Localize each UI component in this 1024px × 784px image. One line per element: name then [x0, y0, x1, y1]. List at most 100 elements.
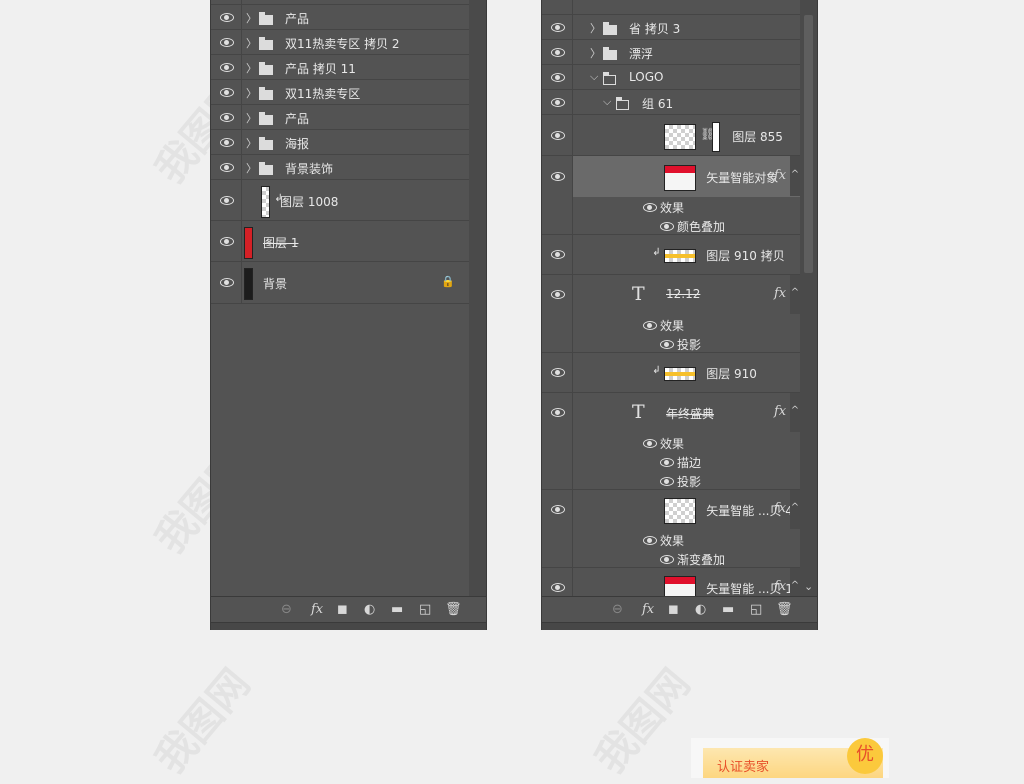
- trash-icon[interactable]: 🗑: [445, 602, 462, 617]
- trash-icon[interactable]: 🗑: [776, 602, 793, 617]
- eye-icon[interactable]: [551, 290, 565, 299]
- chevron-right-icon[interactable]: 〉: [246, 110, 257, 126]
- eye-icon[interactable]: [551, 368, 565, 377]
- effect-item[interactable]: 颜色叠加: [677, 218, 725, 235]
- eye-icon[interactable]: [220, 236, 234, 246]
- eye-icon[interactable]: [220, 87, 234, 97]
- layer-row[interactable]: 〉 双11热卖专区 拷贝 2: [211, 30, 469, 55]
- eye-icon[interactable]: [220, 37, 234, 47]
- eye-icon[interactable]: [220, 12, 234, 22]
- layer-name[interactable]: 产品: [285, 10, 309, 27]
- layer-name[interactable]: 背景: [263, 275, 287, 292]
- layer-name[interactable]: 双11热卖专区 拷贝 2: [285, 35, 400, 52]
- layer-row[interactable]: 〉 背景装饰: [211, 155, 469, 180]
- layer-name[interactable]: 组 61: [642, 95, 673, 112]
- eye-icon[interactable]: [643, 203, 657, 212]
- scrollbar[interactable]: ⌄: [800, 0, 817, 596]
- scrollbar-thumb[interactable]: [804, 15, 813, 273]
- layer-row[interactable]: [542, 0, 800, 15]
- eye-icon[interactable]: [660, 458, 674, 467]
- chevron-right-icon[interactable]: 〉: [246, 60, 257, 76]
- layer-row[interactable]: 〉 漂浮: [542, 40, 800, 65]
- layer-row[interactable]: ↲ 图层 910: [542, 353, 800, 393]
- layer-row[interactable]: ⌵ LOGO: [542, 65, 800, 90]
- layer-row[interactable]: 〉 产品 拷贝 11: [211, 55, 469, 80]
- eye-icon[interactable]: [660, 340, 674, 349]
- layer-row[interactable]: 〉 省 拷贝 3: [542, 15, 800, 40]
- folder-icon[interactable]: ▬: [391, 602, 403, 617]
- effect-item[interactable]: 渐变叠加: [677, 551, 725, 568]
- layer-name[interactable]: 图层 855: [732, 128, 783, 145]
- fx-icon[interactable]: fx: [774, 404, 786, 419]
- layer-name[interactable]: 背景装饰: [285, 160, 333, 177]
- layer-row[interactable]: ⛓ 图层 855: [542, 115, 800, 156]
- effect-item[interactable]: 投影: [677, 473, 701, 490]
- eye-icon[interactable]: [643, 321, 657, 330]
- layer-row[interactable]: 矢量智能 ...贝 4 fx ^ 效果 渐变叠加: [542, 490, 800, 568]
- adjustment-icon[interactable]: ◐: [364, 602, 375, 617]
- layer-name[interactable]: 产品: [285, 110, 309, 127]
- eye-icon[interactable]: [551, 130, 565, 140]
- eye-icon[interactable]: [551, 171, 565, 181]
- collapse-effects-icon[interactable]: ^: [790, 156, 800, 196]
- eye-icon[interactable]: [551, 97, 565, 107]
- eye-icon[interactable]: [220, 137, 234, 147]
- fx-icon[interactable]: fx: [774, 286, 786, 301]
- collapse-effects-icon[interactable]: ^: [790, 490, 800, 529]
- eye-icon[interactable]: [643, 439, 657, 448]
- scroll-down-icon[interactable]: ⌄: [804, 580, 813, 593]
- new-layer-icon[interactable]: ◱: [419, 602, 431, 617]
- layer-row[interactable]: 矢量智能 ...贝 10 fx ^: [542, 568, 800, 596]
- collapse-effects-icon[interactable]: ^: [790, 568, 800, 596]
- chevron-right-icon[interactable]: 〉: [246, 10, 257, 26]
- resize-handle[interactable]: [542, 622, 817, 630]
- eye-icon[interactable]: [551, 583, 565, 592]
- eye-icon[interactable]: [660, 477, 674, 486]
- fx-icon[interactable]: fx: [774, 579, 786, 594]
- eye-icon[interactable]: [551, 250, 565, 259]
- link-icon[interactable]: ⊖: [281, 602, 292, 617]
- chevron-right-icon[interactable]: 〉: [246, 35, 257, 51]
- fx-icon[interactable]: fx: [774, 501, 786, 516]
- layer-name[interactable]: 矢量智能对象: [706, 169, 778, 186]
- layer-row[interactable]: 图层 1: [211, 221, 469, 262]
- eye-icon[interactable]: [220, 112, 234, 122]
- layer-name[interactable]: 年终盛典: [666, 405, 714, 422]
- effect-item[interactable]: 描边: [677, 454, 701, 471]
- chevron-right-icon[interactable]: 〉: [246, 135, 257, 151]
- eye-icon[interactable]: [220, 162, 234, 172]
- eye-icon[interactable]: [660, 222, 674, 231]
- layer-row[interactable]: 〉 海报: [211, 130, 469, 155]
- chevron-right-icon[interactable]: 〉: [246, 160, 257, 176]
- layer-name[interactable]: 图层 1008: [280, 193, 338, 210]
- eye-icon[interactable]: [551, 408, 565, 417]
- eye-icon[interactable]: [220, 62, 234, 72]
- layer-row[interactable]: 〉 双11热卖专区: [211, 80, 469, 105]
- scrollbar[interactable]: [469, 0, 486, 596]
- layer-name[interactable]: 图层 910 拷贝: [706, 247, 785, 264]
- eye-icon[interactable]: [551, 22, 565, 32]
- collapse-effects-icon[interactable]: ^: [790, 275, 800, 314]
- fx-icon[interactable]: fx: [642, 602, 654, 617]
- layer-row[interactable]: 〉 产品: [211, 5, 469, 30]
- layer-name[interactable]: 产品 拷贝 11: [285, 60, 356, 77]
- mask-icon[interactable]: ◼: [337, 602, 348, 617]
- layer-name[interactable]: 图层 910: [706, 365, 757, 382]
- layer-row[interactable]: T 12.12 fx ^ 效果 投影: [542, 275, 800, 353]
- folder-icon[interactable]: ▬: [722, 602, 734, 617]
- eye-icon[interactable]: [220, 278, 234, 287]
- layer-row[interactable]: T 年终盛典 fx ^ 效果 描边 投影: [542, 393, 800, 490]
- link-icon[interactable]: ⊖: [612, 602, 623, 617]
- layer-row[interactable]: 背景 🔒: [211, 262, 469, 304]
- effect-item[interactable]: 投影: [677, 336, 701, 353]
- layer-name[interactable]: 图层 1: [263, 234, 298, 251]
- new-layer-icon[interactable]: ◱: [750, 602, 762, 617]
- layer-name[interactable]: LOGO: [629, 70, 663, 84]
- collapse-effects-icon[interactable]: ^: [790, 393, 800, 432]
- chevron-right-icon[interactable]: 〉: [246, 85, 257, 101]
- layer-row[interactable]: ↲ 图层 910 拷贝: [542, 235, 800, 275]
- adjustment-icon[interactable]: ◐: [695, 602, 706, 617]
- chevron-down-icon[interactable]: ⌵: [590, 70, 598, 84]
- eye-icon[interactable]: [660, 555, 674, 564]
- layer-name[interactable]: 省 拷贝 3: [629, 20, 680, 37]
